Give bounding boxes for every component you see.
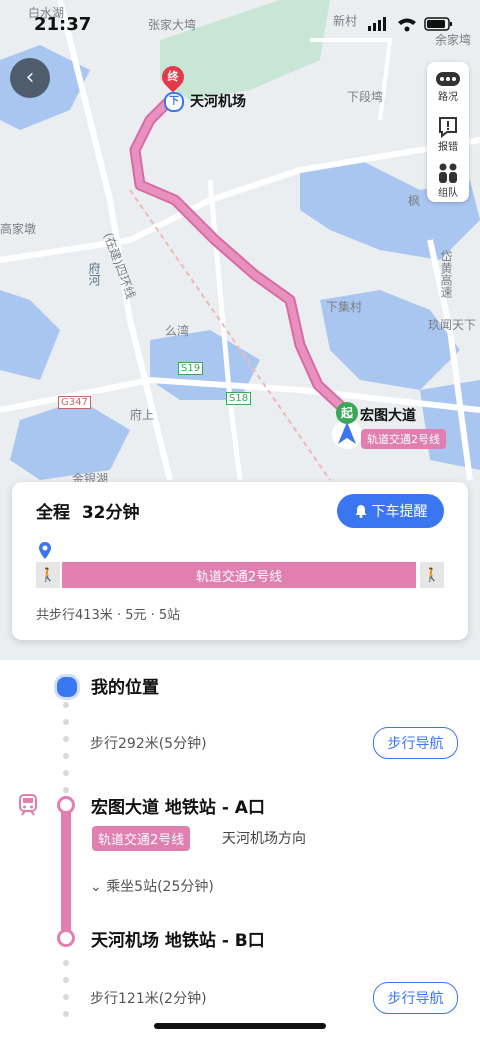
map-label: 下段塆 — [347, 90, 384, 104]
map-label: 么湾 — [165, 324, 190, 338]
bell-icon — [355, 505, 366, 518]
status-icons — [368, 17, 452, 32]
alight-reminder-label: 下车提醒 — [371, 504, 428, 520]
report-icon — [439, 117, 457, 138]
walk-icon: 🚶 — [420, 562, 444, 588]
road-shield: G347 — [58, 396, 91, 409]
alight-icon: 下 — [164, 92, 184, 112]
walk-dots — [63, 702, 69, 804]
location-pin-icon — [39, 542, 51, 559]
traffic-icon — [436, 72, 460, 86]
start-station-label: 宏图大道 — [360, 408, 416, 424]
walk-nav-button[interactable]: 步行导航 — [373, 727, 458, 759]
team-button[interactable]: 组队 — [427, 162, 469, 199]
metro-train-icon — [19, 794, 37, 816]
start-marker[interactable]: 起 — [336, 402, 358, 424]
alight-station-dot — [57, 929, 75, 947]
route-summary-card[interactable]: 全程 32分钟 下车提醒 🚶 轨道交通2号线 🚶 共步行413米 · 5元 · … — [12, 482, 468, 640]
total-label: 全程 — [36, 503, 70, 523]
metro-line-segment — [61, 800, 71, 938]
traffic-button[interactable]: 路况 — [427, 70, 469, 103]
back-button[interactable]: ‹ — [10, 58, 50, 98]
ride-stops-toggle[interactable]: ⌄ 乘坐5站(25分钟) — [90, 876, 214, 896]
walk-nav-button[interactable]: 步行导航 — [373, 982, 458, 1014]
walk-dots — [63, 960, 69, 1028]
map-label: 玖闻天下 — [428, 318, 477, 332]
map-toolbar: 路况 报错 组队 — [427, 62, 469, 202]
my-location-dot — [54, 674, 80, 700]
alight-reminder-button[interactable]: 下车提醒 — [337, 494, 444, 528]
road-shield: S19 — [178, 362, 204, 375]
walk-step-2: 步行121米(2分钟) — [90, 991, 207, 1007]
direction-text: 天河机场方向 — [222, 831, 306, 847]
map-label: 岱黄高速 — [439, 250, 453, 298]
step-list: 我的位置 步行292米(5分钟) 步行导航 宏图大道 地铁站 - A口 轨道交通… — [0, 660, 480, 1039]
end-station-label: 天河机场 — [190, 94, 246, 110]
board-station: 宏图大道 地铁站 - A口 — [91, 798, 265, 818]
line-tag: 轨道交通2号线 — [92, 826, 191, 851]
report-button[interactable]: 报错 — [427, 116, 469, 153]
alight-station: 天河机场 地铁站 - B口 — [91, 931, 265, 951]
route-details: 共步行413米 · 5元 · 5站 — [36, 608, 181, 623]
line-pill: 轨道交通2号线 — [361, 429, 446, 449]
total-duration: 32分钟 — [81, 503, 140, 523]
total-time: 全程 32分钟 — [36, 498, 140, 523]
status-time: 21:37 — [34, 14, 92, 35]
end-marker-label: 终 — [167, 70, 179, 83]
map-label: 府河 — [87, 262, 101, 286]
status-bar: 21:37 — [0, 0, 480, 44]
map-label: 府上 — [130, 408, 155, 422]
team-icon — [439, 163, 457, 183]
chevron-left-icon: ‹ — [25, 65, 35, 90]
team-label: 组队 — [438, 188, 458, 199]
traffic-label: 路况 — [438, 92, 458, 103]
chevron-down-icon: ⌄ — [90, 879, 102, 895]
board-station-dot — [57, 796, 75, 814]
route-bar: 🚶 轨道交通2号线 🚶 — [36, 562, 444, 588]
walk-step-1: 步行292米(5分钟) — [90, 736, 207, 752]
map-label: 下集村 — [326, 300, 363, 314]
report-label: 报错 — [438, 142, 458, 153]
step-origin: 我的位置 — [91, 678, 159, 698]
map-label: 枫 — [408, 194, 421, 208]
route-bar-metro: 轨道交通2号线 — [62, 562, 416, 588]
ride-stops: 乘坐5站(25分钟) — [106, 879, 214, 895]
map-label: 高家墩 — [0, 222, 37, 236]
road-shield: S18 — [226, 392, 252, 405]
walk-icon: 🚶 — [36, 562, 60, 588]
home-indicator[interactable] — [154, 1023, 326, 1029]
